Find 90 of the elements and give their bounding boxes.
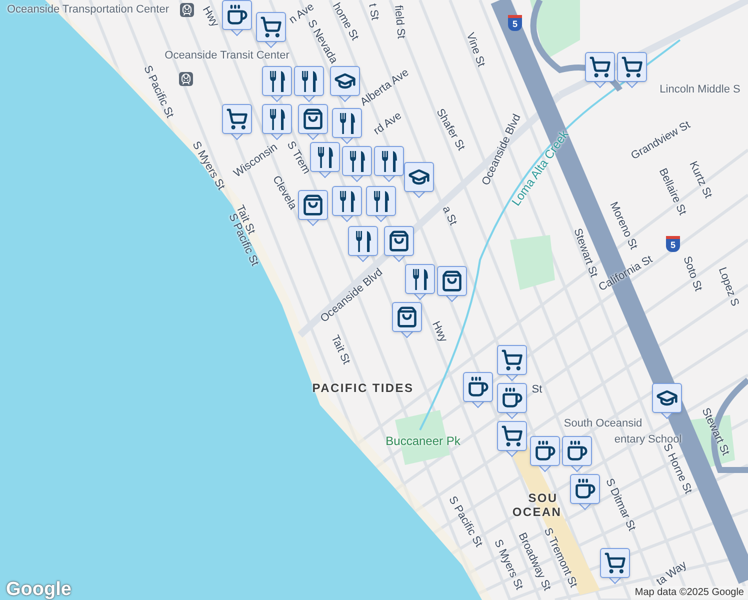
street-label: rd Ave	[372, 110, 404, 138]
cart-pin[interactable]	[585, 52, 615, 88]
place-label: South Oceansid	[564, 418, 642, 430]
cup-icon	[226, 4, 248, 26]
fork-knife-icon	[270, 108, 284, 130]
cup-pin[interactable]	[570, 474, 600, 510]
place-label: Oceanside Transit Center	[164, 50, 290, 62]
street-label: S Ditmar St	[603, 477, 637, 533]
cup-icon	[501, 387, 523, 409]
fork-knife-icon	[356, 230, 370, 252]
park-label: Buccaneer Pk	[386, 435, 460, 447]
fork-knife-pin[interactable]	[262, 66, 292, 102]
cup-icon	[566, 440, 588, 462]
cup-icon	[467, 376, 489, 398]
cart-pin[interactable]	[600, 548, 630, 584]
fork-knife-pin[interactable]	[310, 142, 340, 178]
street-label: S Horne St	[660, 442, 694, 496]
interstate-shield: 5	[508, 15, 522, 31]
bag-icon	[396, 306, 418, 328]
train-icon	[179, 72, 193, 86]
fork-knife-pin[interactable]	[405, 264, 435, 300]
street-label: Tait St	[328, 334, 352, 366]
cart-icon	[621, 56, 643, 78]
fork-knife-pin[interactable]	[374, 146, 404, 182]
street-label: Soto St	[680, 255, 704, 293]
fork-knife-pin[interactable]	[262, 104, 292, 140]
fork-knife-icon	[340, 112, 354, 134]
fork-knife-pin[interactable]	[342, 146, 372, 182]
cart-icon	[260, 16, 282, 38]
street-label: a St	[440, 204, 458, 228]
district-label: SOU	[528, 492, 558, 504]
street-label: ta Way	[655, 560, 689, 588]
district-label: OCEAN	[512, 506, 562, 518]
street-label: Lopez S	[716, 266, 740, 308]
graduation-cap-pin[interactable]	[330, 66, 360, 102]
cup-icon	[574, 478, 596, 500]
fork-knife-icon	[340, 190, 354, 212]
fork-knife-pin[interactable]	[294, 66, 324, 102]
street-label: S Pacific St	[141, 64, 175, 120]
place-label: Lincoln Middle S	[660, 84, 740, 96]
cup-icon	[534, 440, 556, 462]
street-label: St	[532, 384, 542, 396]
fork-knife-icon	[302, 70, 316, 92]
fork-knife-pin[interactable]	[366, 186, 396, 222]
street-label: Kurtz St	[686, 160, 714, 200]
fork-knife-pin[interactable]	[332, 186, 362, 222]
fork-knife-pin[interactable]	[348, 226, 378, 262]
cart-icon	[226, 108, 248, 130]
bag-pin[interactable]	[298, 190, 328, 226]
cup-pin[interactable]	[222, 0, 252, 36]
fork-knife-icon	[270, 70, 284, 92]
fork-knife-pin[interactable]	[332, 108, 362, 144]
street-label: field St	[392, 4, 406, 40]
fork-knife-icon	[412, 268, 428, 290]
cart-pin[interactable]	[497, 345, 527, 381]
fork-knife-icon	[318, 146, 332, 168]
street-label: Stewart St	[571, 227, 599, 279]
cart-pin[interactable]	[222, 104, 252, 140]
street-label: Hwy	[430, 320, 448, 344]
bag-icon	[388, 230, 410, 252]
bag-pin[interactable]	[384, 226, 414, 262]
street-label: Vine St	[464, 32, 486, 68]
bag-pin[interactable]	[392, 302, 422, 338]
bag-pin[interactable]	[298, 104, 328, 140]
cup-pin[interactable]	[530, 436, 560, 472]
map-attribution: Map data ©2025 Google	[630, 586, 748, 600]
cup-pin[interactable]	[562, 436, 592, 472]
cup-pin[interactable]	[463, 372, 493, 408]
google-logo: Google	[6, 578, 72, 600]
cup-pin[interactable]	[497, 383, 527, 419]
cart-pin[interactable]	[617, 52, 647, 88]
train-icon	[180, 3, 194, 17]
district-label: PACIFIC TIDES	[312, 382, 414, 394]
street-label: t St	[366, 2, 380, 22]
bag-pin[interactable]	[437, 266, 467, 302]
bag-icon	[302, 108, 324, 130]
cart-icon	[501, 425, 523, 447]
fork-knife-icon	[382, 150, 396, 172]
cart-icon	[589, 56, 611, 78]
cart-pin[interactable]	[256, 12, 286, 48]
bag-icon	[441, 270, 463, 292]
cart-icon	[501, 349, 523, 371]
graduation-cap-pin[interactable]	[404, 162, 434, 198]
bag-icon	[302, 194, 324, 216]
interstate-shield: 5	[666, 236, 680, 252]
fork-knife-icon	[374, 190, 388, 212]
cart-pin[interactable]	[497, 421, 527, 457]
graduation-cap-pin[interactable]	[652, 383, 682, 419]
cart-icon	[604, 552, 626, 574]
fork-knife-icon	[350, 150, 364, 172]
